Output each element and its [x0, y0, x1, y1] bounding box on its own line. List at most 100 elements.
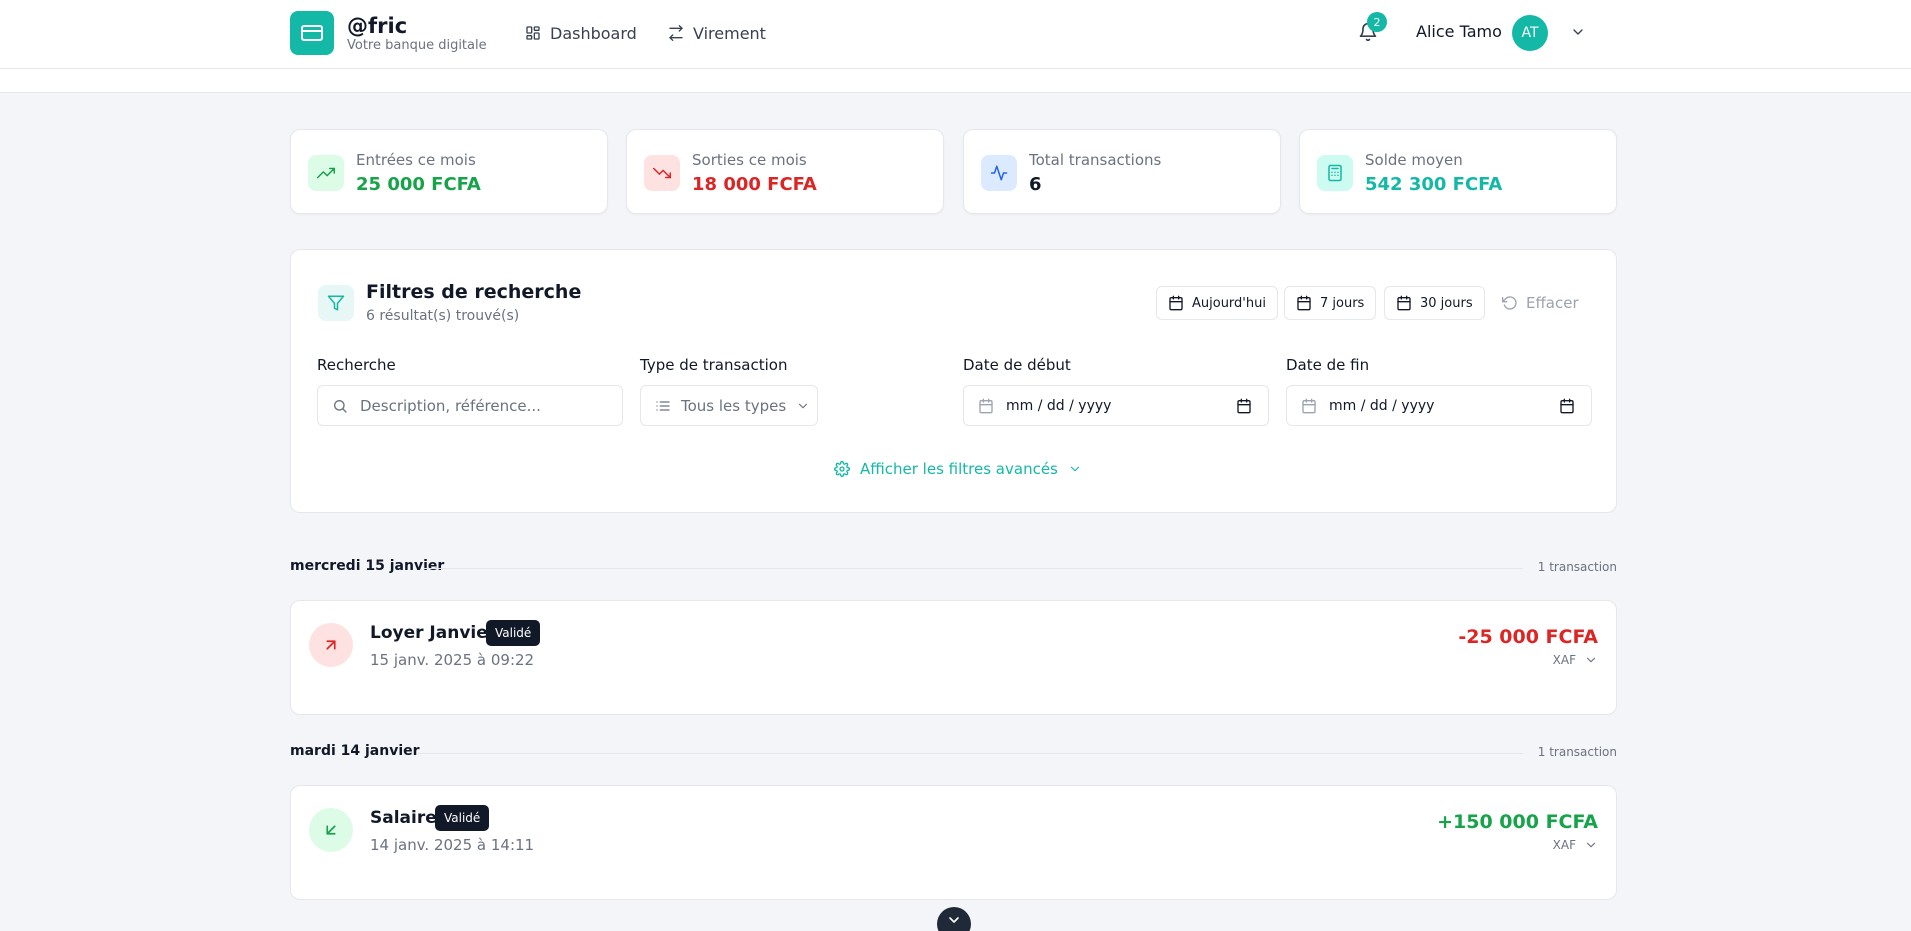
stat-icon-wrap: [1317, 155, 1353, 191]
start-date-label: Date de début: [963, 356, 1071, 374]
calendar-icon: [1297, 295, 1311, 311]
quick-filter-30-days[interactable]: 30 jours: [1384, 286, 1485, 320]
nav-virement[interactable]: Virement: [668, 20, 766, 46]
activity-icon: [990, 165, 1008, 181]
status-badge: Validé: [435, 805, 490, 831]
filter-icon-wrap: [318, 285, 354, 321]
stat-value: 18 000 FCFA: [692, 174, 817, 195]
tx-datetime: 14 janv. 2025 à 14:11: [370, 836, 535, 854]
start-date-input[interactable]: mm / dd / yyyy: [963, 385, 1269, 426]
stat-icon-wrap: [644, 155, 680, 191]
calendar-picker-icon[interactable]: [1236, 398, 1252, 414]
search-label: Recherche: [317, 356, 396, 374]
tx-direction-icon-wrap: [309, 808, 353, 852]
scroll-down-button[interactable]: [937, 907, 971, 931]
credit-card-icon: [301, 25, 323, 41]
transaction-type-value: Tous les types: [681, 396, 787, 415]
top-navbar: @fric Votre banque digitale Dashboard Vi…: [0, 0, 1911, 69]
transaction-card[interactable]: Loyer Janvier Validé 15 janv. 2025 à 09:…: [290, 600, 1617, 715]
gear-icon: [834, 461, 850, 477]
stat-card-entrees: Entrées ce mois 25 000 FCFA: [290, 129, 608, 214]
stat-value: 25 000 FCFA: [356, 174, 481, 195]
transaction-group-header: mercredi 15 janvier 1 transaction: [290, 558, 1617, 578]
calendar-icon: [1169, 295, 1183, 311]
stat-label: Sorties ce mois: [692, 151, 807, 169]
brand-tagline: Votre banque digitale: [347, 38, 487, 53]
transaction-card[interactable]: Salaire Validé 14 janv. 2025 à 14:11 +15…: [290, 785, 1617, 900]
group-count: 1 transaction: [1537, 560, 1617, 574]
tx-title: Loyer Janvier: [370, 623, 497, 643]
search-icon: [334, 399, 347, 413]
stat-card-sorties: Sorties ce mois 18 000 FCFA: [626, 129, 944, 214]
tx-amount: -25 000 FCFA: [1458, 626, 1598, 648]
tx-datetime: 15 janv. 2025 à 09:22: [370, 651, 535, 669]
calendar-icon: [1397, 295, 1411, 311]
calculator-icon: [1328, 164, 1342, 182]
tx-direction-icon-wrap: [309, 623, 353, 667]
rotate-ccw-icon: [1502, 296, 1517, 310]
user-name[interactable]: Alice Tamo: [1416, 22, 1502, 41]
filter-icon: [327, 295, 345, 311]
advanced-filters-label: Afficher les filtres avancés: [860, 460, 1058, 478]
grid-icon: [526, 26, 540, 40]
end-date-input[interactable]: mm / dd / yyyy: [1286, 385, 1592, 426]
chevron-down-icon: [1586, 842, 1596, 848]
nav-dashboard-label: Dashboard: [550, 23, 637, 43]
quick-filter-7-days[interactable]: 7 jours: [1284, 286, 1377, 320]
avatar[interactable]: AT: [1512, 15, 1548, 51]
user-menu-toggle[interactable]: [1568, 22, 1588, 42]
quick-filter-today[interactable]: Aujourd'hui: [1156, 286, 1278, 320]
group-divider: [423, 568, 1523, 569]
calendar-picker-icon[interactable]: [1559, 398, 1575, 414]
notification-count-badge: 2: [1367, 12, 1387, 32]
brand-name[interactable]: @fric: [347, 14, 407, 38]
chevron-down-icon: [1586, 657, 1596, 663]
stat-card-solde: Solde moyen 542 300 FCFA: [1299, 129, 1617, 214]
group-date: mardi 14 janvier: [290, 743, 420, 759]
clear-filters-button[interactable]: Effacer: [1502, 286, 1579, 320]
quick-filter-label: Aujourd'hui: [1192, 295, 1266, 311]
stat-icon-wrap: [981, 155, 1017, 191]
brand-logo[interactable]: [290, 11, 334, 55]
chevron-down-icon: [799, 403, 808, 408]
trending-down-icon: [653, 167, 671, 179]
stat-value: 542 300 FCFA: [1365, 174, 1503, 195]
search-placeholder: Description, référence...: [360, 396, 541, 415]
tx-amount: +150 000 FCFA: [1437, 811, 1598, 833]
stat-label: Total transactions: [1029, 151, 1162, 169]
group-divider: [418, 753, 1523, 754]
tx-currency: XAF: [1552, 838, 1576, 852]
type-label: Type de transaction: [640, 356, 788, 374]
chevron-down-icon: [949, 917, 959, 923]
filters-result-count: 6 résultat(s) trouvé(s): [366, 308, 520, 324]
tx-details-toggle[interactable]: XAF: [1553, 653, 1598, 667]
arrow-up-right-icon: [326, 640, 336, 650]
stat-card-total: Total transactions 6: [963, 129, 1281, 214]
transaction-type-select[interactable]: Tous les types: [640, 385, 818, 426]
transaction-group-header: mardi 14 janvier 1 transaction: [290, 743, 1617, 763]
filters-panel: Filtres de recherche 6 résultat(s) trouv…: [290, 249, 1617, 513]
filters-title: Filtres de recherche: [366, 281, 582, 303]
tx-currency: XAF: [1552, 653, 1576, 667]
advanced-filters-toggle[interactable]: Afficher les filtres avancés: [834, 457, 1082, 481]
end-date-label: Date de fin: [1286, 356, 1370, 374]
quick-filter-label: 30 jours: [1420, 295, 1473, 311]
nav-dashboard[interactable]: Dashboard: [525, 20, 637, 46]
transfer-arrows-icon: [669, 25, 683, 41]
chevron-down-icon: [1573, 29, 1583, 35]
tx-title: Salaire: [370, 808, 437, 828]
group-count: 1 transaction: [1537, 745, 1617, 759]
stat-label: Entrées ce mois: [356, 151, 476, 169]
trending-up-icon: [317, 167, 335, 179]
list-icon: [656, 400, 670, 411]
stat-label: Solde moyen: [1365, 151, 1463, 169]
end-date-value: mm / dd / yyyy: [1329, 397, 1435, 414]
start-date-value: mm / dd / yyyy: [1006, 397, 1112, 414]
tx-details-toggle[interactable]: XAF: [1553, 838, 1598, 852]
quick-filter-label: 7 jours: [1320, 295, 1365, 311]
search-input[interactable]: Description, référence...: [317, 385, 623, 426]
status-badge: Validé: [486, 620, 541, 646]
group-date: mercredi 15 janvier: [290, 558, 445, 574]
stat-value: 6: [1029, 174, 1042, 195]
nav-virement-label: Virement: [693, 23, 766, 43]
